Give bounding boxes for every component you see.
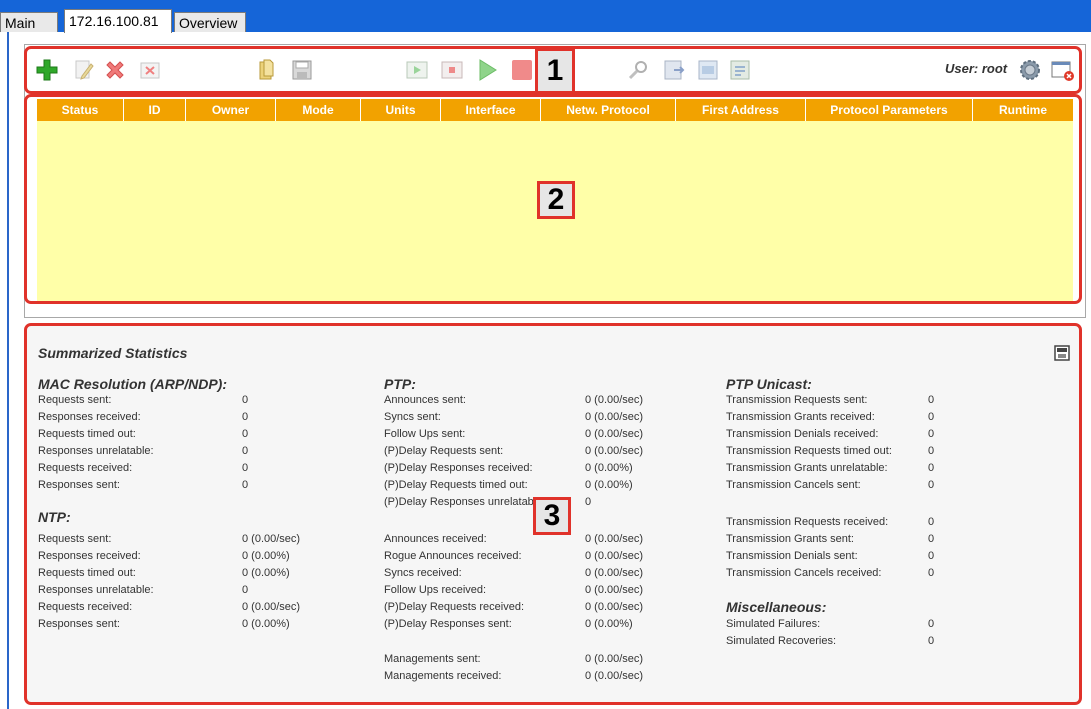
callout-number-1: 1 bbox=[535, 48, 575, 94]
callout-number-3: 3 bbox=[533, 497, 571, 535]
tab-main[interactable]: Main bbox=[0, 12, 58, 32]
callout-number-2: 2 bbox=[537, 181, 575, 219]
tab-overview[interactable]: Overview bbox=[174, 12, 246, 32]
tab-host[interactable]: 172.16.100.81 bbox=[64, 9, 172, 33]
window-left-border bbox=[7, 32, 9, 709]
